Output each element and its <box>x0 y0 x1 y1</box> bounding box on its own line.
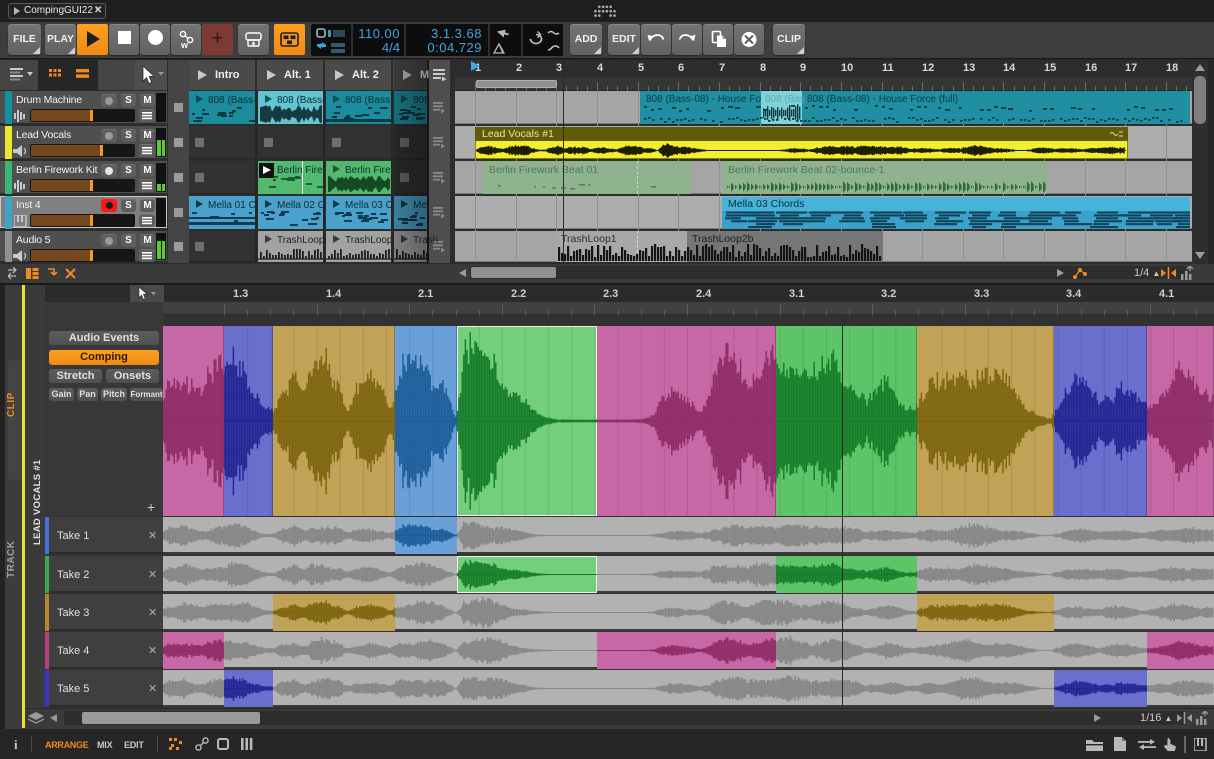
svg-text:w: w <box>180 40 189 50</box>
